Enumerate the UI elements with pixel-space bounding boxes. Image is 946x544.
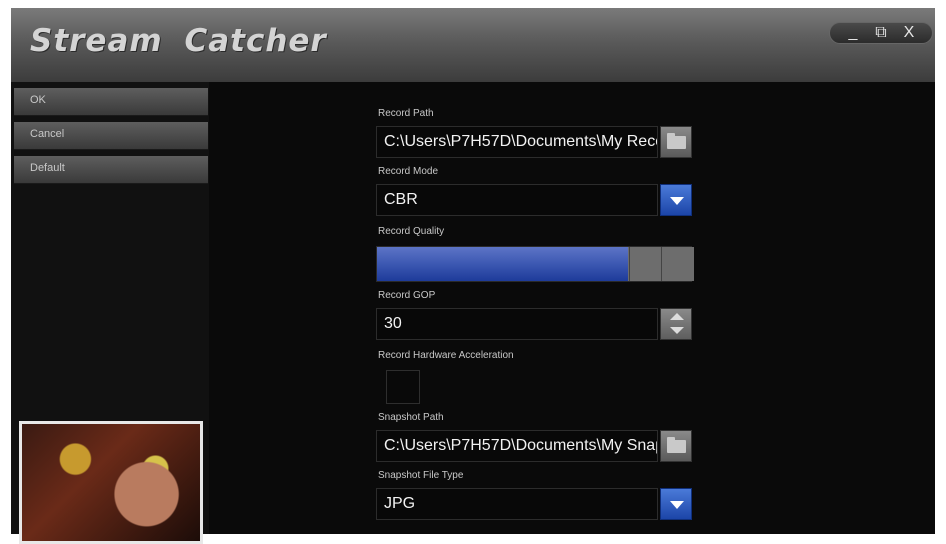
app-title: Stream Catcher	[30, 23, 327, 59]
arrow-up-icon[interactable]	[670, 313, 684, 320]
restore-button[interactable]: ⧉	[868, 23, 894, 43]
slider-segment	[629, 247, 662, 281]
record-quality-label: Record Quality	[378, 226, 445, 237]
cancel-button[interactable]: Cancel	[14, 122, 208, 150]
record-gop-spinner[interactable]	[660, 308, 692, 340]
record-path-input[interactable]: C:\Users\P7H57D\Documents\My Record	[376, 126, 658, 158]
video-preview	[19, 421, 203, 544]
close-button[interactable]: X	[896, 23, 922, 43]
window-controls: _ ⧉ X	[829, 22, 933, 44]
record-mode-select[interactable]: CBR	[376, 184, 658, 216]
record-mode-label: Record Mode	[378, 166, 439, 177]
record-mode-dropdown-button[interactable]	[660, 184, 692, 216]
default-button[interactable]: Default	[14, 156, 208, 184]
app-window: Stream Catcher _ ⧉ X OK Cancel Default R…	[11, 8, 935, 544]
snapshot-file-type-dropdown-button[interactable]	[660, 488, 692, 520]
snapshot-path-input[interactable]: C:\Users\P7H57D\Documents\My Snapshot	[376, 430, 658, 462]
sidebar: OK Cancel Default	[11, 82, 209, 544]
snapshot-path-label: Snapshot Path	[378, 412, 444, 423]
ok-button[interactable]: OK	[14, 88, 208, 116]
arrow-down-icon[interactable]	[670, 327, 684, 334]
record-hw-accel-label: Record Hardware Acceleration	[378, 350, 514, 361]
record-gop-label: Record GOP	[378, 290, 436, 301]
record-path-label: Record Path	[378, 108, 434, 119]
record-path-browse-button[interactable]	[660, 126, 692, 158]
title-bar: Stream Catcher _ ⧉ X	[11, 8, 935, 82]
minimize-button[interactable]: _	[840, 23, 866, 43]
snapshot-path-browse-button[interactable]	[660, 430, 692, 462]
folder-icon	[667, 437, 686, 453]
record-quality-slider[interactable]	[376, 246, 694, 282]
triangle-down-icon	[670, 197, 684, 205]
folder-icon	[667, 133, 686, 149]
record-gop-input[interactable]: 30	[376, 308, 658, 340]
record-hw-accel-checkbox[interactable]	[386, 370, 420, 404]
snapshot-file-type-select[interactable]: JPG	[376, 488, 658, 520]
triangle-down-icon	[670, 501, 684, 509]
record-quality-level	[377, 247, 628, 281]
snapshot-file-type-label: Snapshot File Type	[378, 470, 464, 481]
slider-segment	[661, 247, 694, 281]
